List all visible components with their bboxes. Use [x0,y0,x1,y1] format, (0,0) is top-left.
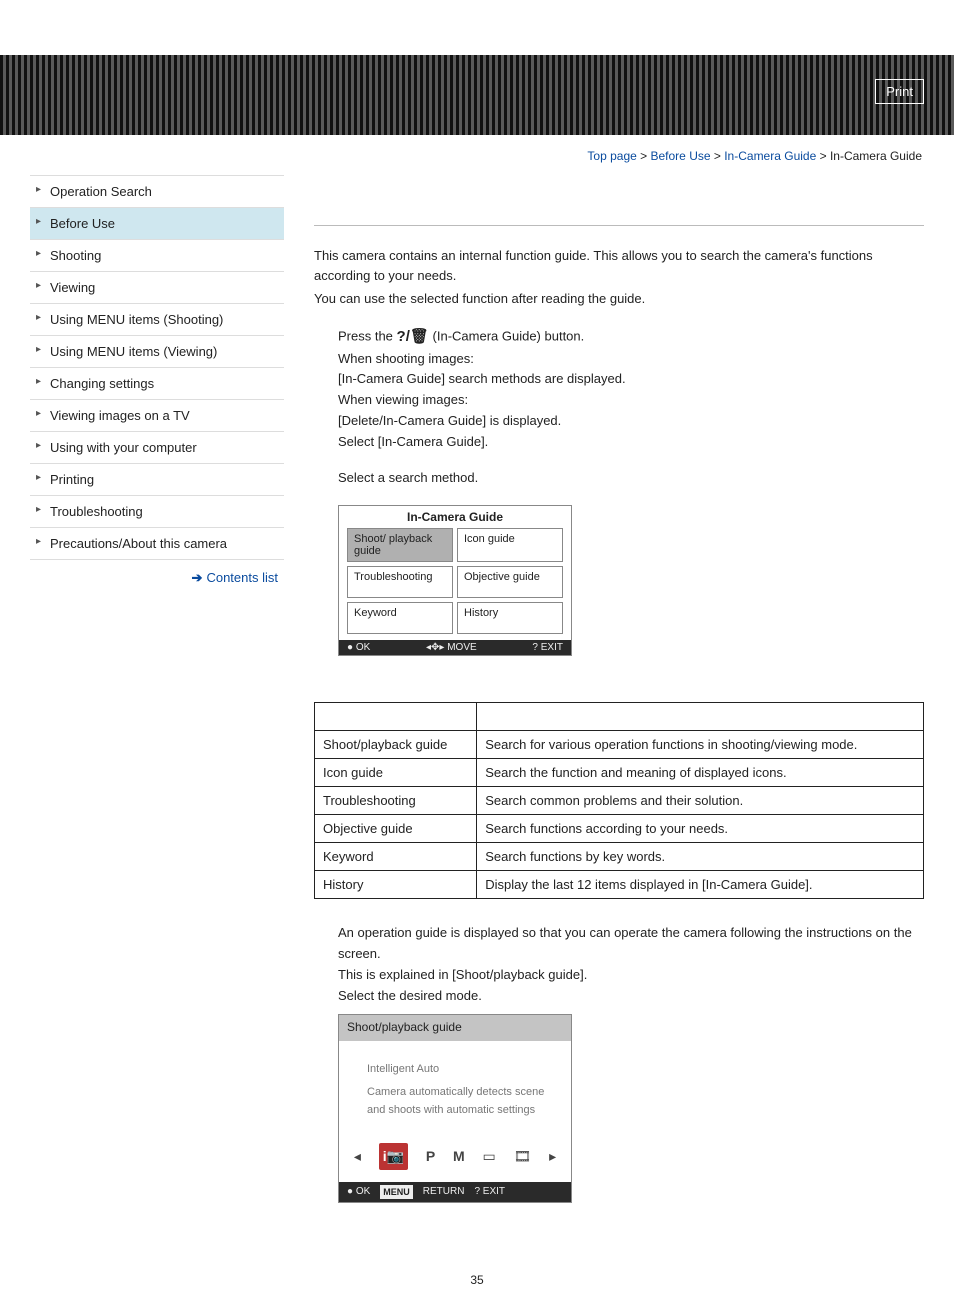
sidebar-item-computer[interactable]: Using with your computer [30,432,284,464]
scr2-footer: ● OK MENU RETURN ? EXIT [339,1182,571,1202]
crumb-in-camera-guide[interactable]: In-Camera Guide [724,149,816,163]
scr2-menu-chip: MENU [380,1185,413,1199]
step1-l1b: (In-Camera Guide) button. [429,328,584,343]
row-desc: Display the last 12 items displayed in [… [477,871,924,899]
scr1-cell-troubleshooting: Troubleshooting [347,566,453,598]
table-row: TroubleshootingSearch common problems an… [315,787,924,815]
table-row: KeywordSearch functions by key words. [315,843,924,871]
row-desc: Search common problems and their solutio… [477,787,924,815]
sidebar: Operation Search Before Use Shooting Vie… [30,175,284,1203]
table-row: Shoot/playback guideSearch for various o… [315,731,924,759]
movie-mode-icon: 🎞 [513,1145,531,1167]
sidebar-list: Operation Search Before Use Shooting Vie… [30,175,284,560]
manual-mode-icon: M [453,1145,465,1167]
page-number: 35 [0,1243,954,1307]
row-name: History [315,871,477,899]
scr1-cell-objective-guide: Objective guide [457,566,563,598]
sidebar-item-viewing-tv[interactable]: Viewing images on a TV [30,400,284,432]
bottom-p2: This is explained in [Shoot/playback gui… [338,965,924,986]
print-button[interactable]: Print [875,79,924,104]
row-name: Troubleshooting [315,787,477,815]
row-desc: Search functions according to your needs… [477,815,924,843]
row-desc: Search functions by key words. [477,843,924,871]
row-desc: Search for various operation functions i… [477,731,924,759]
sidebar-item-changing-settings[interactable]: Changing settings [30,368,284,400]
intelligent-auto-icon: i📷 [379,1143,408,1169]
step1-l1a: Press the [338,328,397,343]
sep: > [816,149,830,163]
sidebar-item-shooting[interactable]: Shooting [30,240,284,272]
main-content: This camera contains an internal functio… [284,171,924,1203]
arrow-left-icon: ◂ [354,1145,361,1167]
sidebar-item-troubleshooting[interactable]: Troubleshooting [30,496,284,528]
scr2-exit: ? EXIT [474,1184,505,1200]
breadcrumb: Top page > Before Use > In-Camera Guide … [0,135,954,171]
contents-list-link[interactable]: Contents list [206,570,278,585]
sep: > [637,149,651,163]
table-header-empty2 [477,703,924,731]
scr1-cell-keyword: Keyword [347,602,453,634]
scr2-mode: Intelligent Auto [367,1061,553,1079]
sidebar-item-precautions[interactable]: Precautions/About this camera [30,528,284,560]
sidebar-item-printing[interactable]: Printing [30,464,284,496]
row-name: Shoot/playback guide [315,731,477,759]
scr1-title: In-Camera Guide [339,506,571,528]
arrow-right-icon: ➔ [192,570,203,585]
scr1-exit: ? EXIT [532,642,563,653]
bottom-block: An operation guide is displayed so that … [338,923,924,1203]
sidebar-item-viewing[interactable]: Viewing [30,272,284,304]
table-header-empty1 [315,703,477,731]
row-desc: Search the function and meaning of displ… [477,759,924,787]
in-camera-guide-screenshot: In-Camera Guide Shoot/ playback guide Ic… [338,505,572,656]
scr2-title: Shoot/playback guide [339,1015,571,1040]
scr1-ok: ● OK [347,642,370,653]
row-name: Icon guide [315,759,477,787]
top-banner: Print [0,55,954,135]
crumb-before-use[interactable]: Before Use [651,149,711,163]
scr1-cell-history: History [457,602,563,634]
sep: > [711,149,725,163]
intro-text: This camera contains an internal functio… [314,246,924,309]
sidebar-item-menu-viewing[interactable]: Using MENU items (Viewing) [30,336,284,368]
scr1-cell-icon-guide: Icon guide [457,528,563,562]
scr2-desc: Camera automatically detects scene and s… [367,1084,553,1119]
sidebar-item-before-use[interactable]: Before Use [30,208,284,240]
bottom-p3: Select the desired mode. [338,986,924,1007]
step1-l6: Select [In-Camera Guide]. [338,432,924,453]
step1-l4: When viewing images: [338,390,924,411]
crumb-current: In-Camera Guide [830,149,922,163]
guide-methods-table: Shoot/playback guideSearch for various o… [314,702,924,899]
row-name: Keyword [315,843,477,871]
sidebar-item-operation-search[interactable]: Operation Search [30,175,284,208]
row-name: Objective guide [315,815,477,843]
sidebar-item-menu-shooting[interactable]: Using MENU items (Shooting) [30,304,284,336]
scr2-ok: ● OK [347,1184,370,1200]
table-row: Objective guideSearch functions accordin… [315,815,924,843]
step1-l2: When shooting images: [338,349,924,370]
divider [314,225,924,226]
bottom-p1: An operation guide is displayed so that … [338,923,924,965]
step1-l3: [In-Camera Guide] search methods are dis… [338,369,924,390]
scr1-move: ◂✥▸ MOVE [426,642,477,653]
step-2: Select a search method. [338,468,924,489]
panorama-mode-icon: ▭ [482,1145,495,1167]
step2-l1: Select a search method. [338,468,924,489]
table-row: Icon guideSearch the function and meanin… [315,759,924,787]
arrow-right-icon: ▸ [549,1145,556,1167]
step1-l5: [Delete/In-Camera Guide] is displayed. [338,411,924,432]
intro-p1: This camera contains an internal functio… [314,246,924,285]
scr1-cell-shoot-playback: Shoot/ playback guide [347,528,453,562]
scr2-return: RETURN [423,1184,465,1200]
intro-p2: You can use the selected function after … [314,289,924,309]
crumb-top[interactable]: Top page [587,149,636,163]
table-row: HistoryDisplay the last 12 items display… [315,871,924,899]
step-1: Press the ?/🗑 (In-Camera Guide) button. … [338,325,924,453]
contents-list-row: ➔Contents list [30,560,284,586]
program-mode-icon: P [426,1145,435,1167]
shoot-playback-screenshot: Shoot/playback guide Intelligent Auto Ca… [338,1014,572,1202]
help-trash-icon: ?/🗑 [397,325,429,349]
scr1-footer: ● OK ◂✥▸ MOVE ? EXIT [339,640,571,655]
scr2-mode-row: ◂ i📷 P M ▭ 🎞 ▸ [339,1133,571,1181]
